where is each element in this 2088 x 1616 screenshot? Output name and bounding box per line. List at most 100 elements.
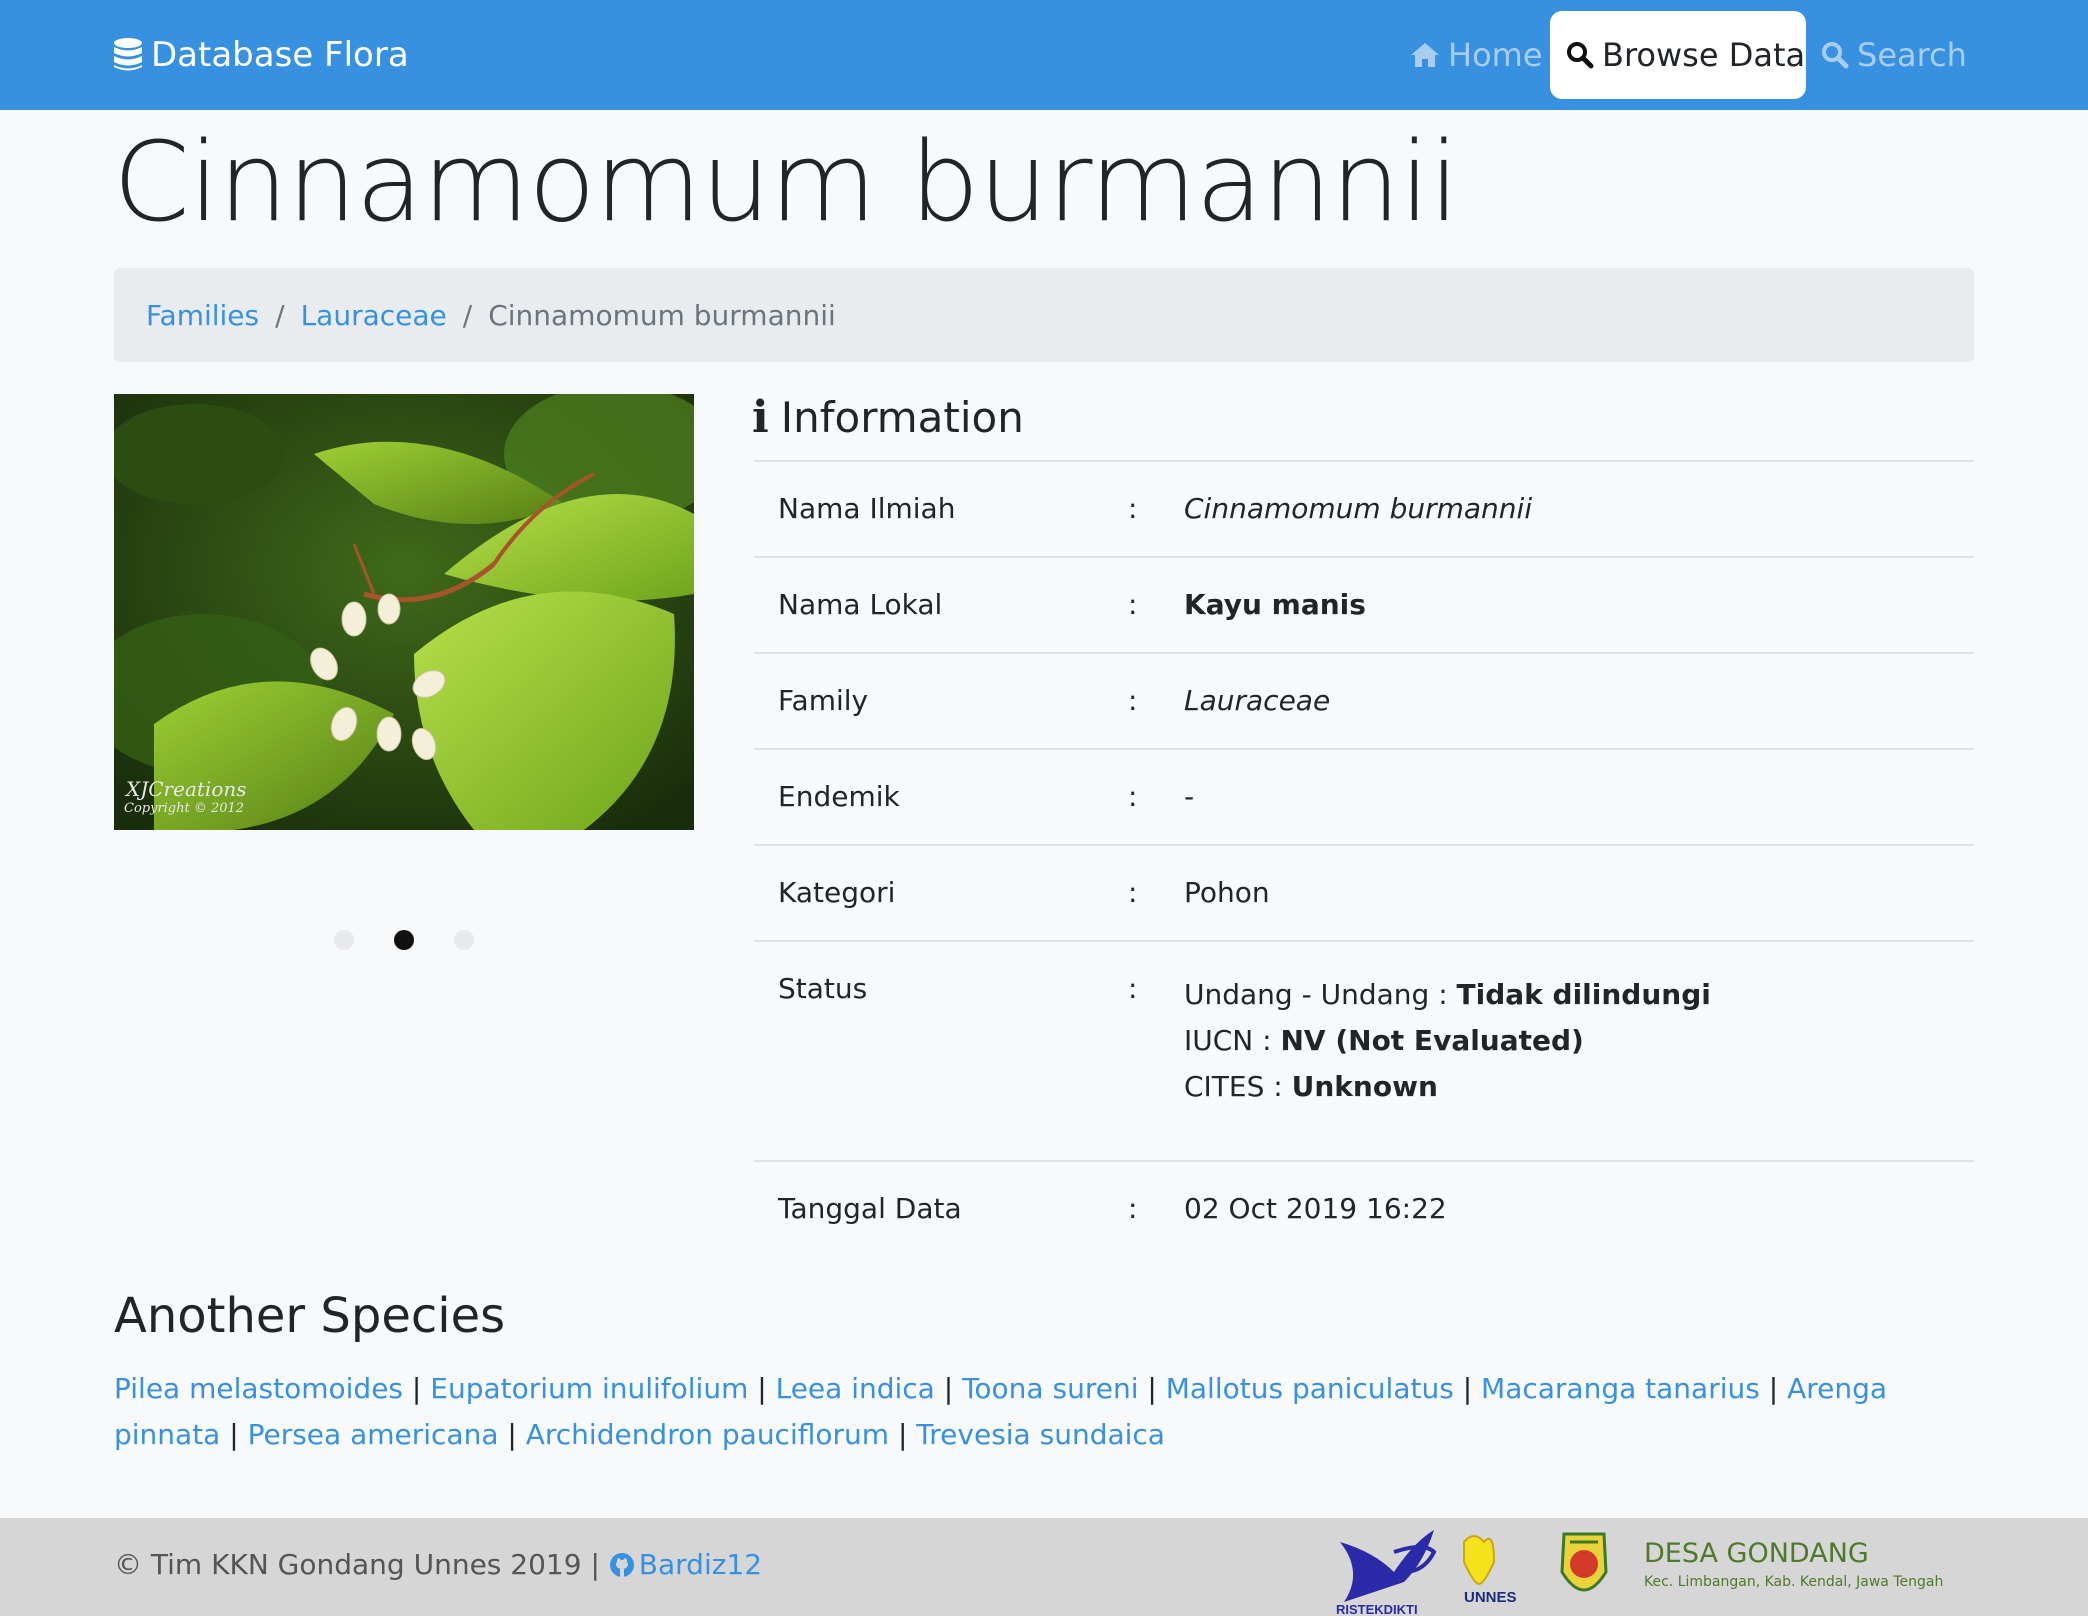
species-link[interactable]: Eupatorium inulifolium — [430, 1372, 748, 1405]
another-species-heading: Another Species — [114, 1288, 506, 1344]
github-icon — [609, 1552, 634, 1577]
github-link[interactable]: Bardiz12 — [609, 1548, 762, 1581]
status-iucn-value: NV (Not Evaluated) — [1280, 1024, 1584, 1057]
carousel-dot[interactable] — [454, 930, 474, 950]
species-separator: | — [748, 1372, 776, 1405]
species-separator: | — [889, 1418, 917, 1451]
carousel-dot-active[interactable] — [394, 930, 414, 950]
info-label: Tanggal Data — [778, 1192, 962, 1225]
unnes-logo: UNNES — [1463, 1535, 1517, 1606]
info-label: Nama Lokal — [778, 588, 943, 621]
status-uu: Undang - Undang : Tidak dilindungi — [1184, 972, 1711, 1018]
info-row-nama-ilmiah: Nama Ilmiah : Cinnamomum burmannii — [754, 460, 1974, 556]
search-icon — [1822, 42, 1849, 69]
github-user: Bardiz12 — [638, 1548, 763, 1581]
nav-browse-label: Browse Data — [1602, 36, 1806, 74]
info-row-endemik: Endemik : - — [754, 748, 1974, 844]
status-cites: CITES : Unknown — [1184, 1064, 1711, 1110]
species-link[interactable]: Trevesia sundaica — [916, 1418, 1165, 1451]
info-value: - — [1184, 780, 1195, 813]
species-link[interactable]: Mallotus paniculatus — [1166, 1372, 1454, 1405]
status-cites-label: CITES : — [1184, 1070, 1292, 1103]
info-label: Family — [778, 684, 869, 717]
info-value: Cinnamomum burmannii — [1184, 492, 1533, 525]
info-colon: : — [1128, 684, 1138, 717]
species-separator: | — [1759, 1372, 1788, 1405]
carousel-dot[interactable] — [334, 930, 354, 950]
desa-subtitle: Kec. Limbangan, Kab. Kendal, Jawa Tengah — [1644, 1574, 1944, 1590]
unnes-text: UNNES — [1464, 1589, 1517, 1606]
info-value: Pohon — [1184, 876, 1270, 909]
species-separator: | — [403, 1372, 431, 1405]
species-separator: | — [498, 1418, 526, 1451]
info-label: Kategori — [778, 876, 896, 909]
info-row-kategori: Kategori : Pohon — [754, 844, 1974, 940]
nav-search[interactable]: Search — [1821, 11, 1967, 99]
navbar: Database Flora Home Browse Data Search — [0, 0, 2088, 110]
species-link[interactable]: Pilea melastomoides — [114, 1372, 403, 1405]
info-value: Lauraceae — [1184, 684, 1331, 717]
carousel-indicators — [334, 930, 474, 950]
nav-home-label: Home — [1448, 36, 1543, 74]
info-label: Endemik — [778, 780, 900, 813]
footer-copyright: © Tim KKN Gondang Unnes 2019 | Bardiz12 — [114, 1548, 762, 1581]
status-cites-value: Unknown — [1291, 1070, 1438, 1103]
information-heading-label: Information — [780, 393, 1024, 442]
desa-gondang-emblem — [1560, 1532, 1608, 1592]
partner-logos: RISTEKDIKTI UNNES — [1336, 1530, 1608, 1616]
breadcrumb-families[interactable]: Families — [146, 299, 259, 332]
info-row-nama-lokal: Nama Lokal : Kayu manis — [754, 556, 1974, 652]
breadcrumb-separator: / — [275, 298, 285, 332]
info-label: Status — [778, 972, 868, 1005]
image-carousel[interactable]: XJCreations Copyright © 2012 — [114, 394, 694, 830]
search-icon — [1567, 42, 1594, 69]
info-row-status: Status : Undang - Undang : Tidak dilindu… — [754, 940, 1974, 1160]
plant-photo: XJCreations Copyright © 2012 — [114, 394, 694, 830]
brand-link[interactable]: Database Flora — [113, 0, 409, 110]
species-link[interactable]: Archidendron pauciflorum — [526, 1418, 889, 1451]
database-icon — [114, 38, 142, 71]
species-separator: | — [934, 1372, 963, 1405]
watermark-line2: Copyright © 2012 — [124, 801, 244, 816]
info-colon: : — [1128, 876, 1138, 909]
status-uu-value: Tidak dilindungi — [1456, 978, 1711, 1011]
info-row-family: Family : Lauraceae — [754, 652, 1974, 748]
watermark-line1: XJCreations — [124, 777, 247, 801]
breadcrumb-current: Cinnamomum burmannii — [488, 298, 836, 332]
info-icon: i — [752, 392, 769, 443]
info-colon: : — [1128, 588, 1138, 621]
species-separator: | — [220, 1418, 248, 1451]
species-link[interactable]: Persea americana — [248, 1418, 499, 1451]
home-icon — [1411, 43, 1439, 67]
page-title: Cinnamomum burmannii — [113, 118, 1460, 246]
another-species-list: Pilea melastomoides | Eupatorium inulifo… — [114, 1366, 1994, 1458]
status-iucn-label: IUCN : — [1184, 1024, 1281, 1057]
species-link[interactable]: Leea indica — [776, 1372, 935, 1405]
info-colon: : — [1128, 972, 1138, 1005]
information-table: Nama Ilmiah : Cinnamomum burmannii Nama … — [754, 460, 1974, 1256]
info-colon: : — [1128, 780, 1138, 813]
species-separator: | — [1453, 1372, 1482, 1405]
info-colon: : — [1128, 1192, 1138, 1225]
status-uu-label: Undang - Undang : — [1184, 978, 1457, 1011]
breadcrumb: Families / Lauraceae / Cinnamomum burman… — [114, 268, 1974, 362]
ristekdikti-logo: RISTEKDIKTI — [1336, 1530, 1437, 1616]
info-colon: : — [1128, 492, 1138, 525]
information-heading: i Information — [752, 392, 1024, 443]
info-row-tanggal-data: Tanggal Data : 02 Oct 2019 16:22 — [754, 1160, 1974, 1256]
species-separator: | — [1138, 1372, 1166, 1405]
info-value: 02 Oct 2019 16:22 — [1184, 1192, 1447, 1225]
info-value: Kayu manis — [1184, 588, 1366, 621]
status-iucn: IUCN : NV (Not Evaluated) — [1184, 1018, 1711, 1064]
breadcrumb-separator: / — [462, 298, 473, 332]
nav-browse-data[interactable]: Browse Data — [1550, 11, 1806, 99]
footer: © Tim KKN Gondang Unnes 2019 | Bardiz12 … — [0, 1518, 2088, 1616]
species-link[interactable]: Macaranga tanarius — [1481, 1372, 1760, 1405]
copyright-text: © Tim KKN Gondang Unnes 2019 | — [114, 1548, 609, 1581]
nav-home[interactable]: Home — [1410, 11, 1543, 99]
brand-label: Database Flora — [151, 35, 409, 75]
breadcrumb-family[interactable]: Lauraceae — [301, 299, 447, 332]
species-link[interactable]: Toona sureni — [962, 1372, 1138, 1405]
status-values: Undang - Undang : Tidak dilindungi IUCN … — [1184, 972, 1711, 1110]
desa-name: DESA GONDANG — [1644, 1538, 1869, 1569]
